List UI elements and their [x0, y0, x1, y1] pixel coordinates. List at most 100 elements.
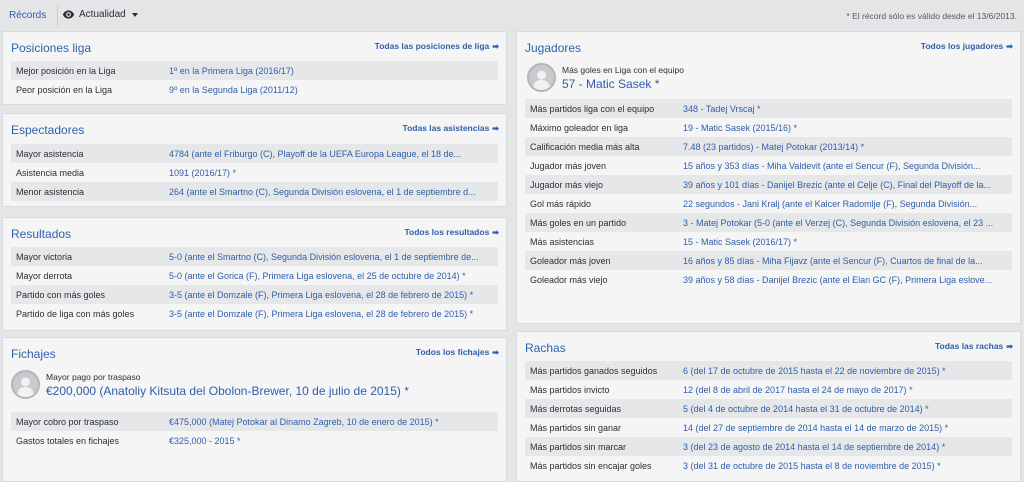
- record-value[interactable]: 348 - Tadej Vrscaj *: [683, 104, 1012, 114]
- record-value[interactable]: 3 (del 23 de agosto de 2014 hasta el 14 …: [683, 442, 1012, 452]
- record-value[interactable]: €475,000 (Matej Potokar al Dinamo Zagreb…: [169, 417, 498, 427]
- record-row: Más asistencias 15 - Matic Sasek (2016/17…: [525, 232, 1012, 251]
- record-row: Gol más rápido 22 segundos - Jani Kralj (…: [525, 194, 1012, 213]
- rows: Más partidos liga con el equipo 348 - Tad…: [525, 99, 1012, 289]
- record-value[interactable]: 4784 (ante el Friburgo (C), Playoff de l…: [169, 149, 498, 159]
- transfers-panel: Fichajes Todos los fichajes ➡ Mayor pago …: [2, 337, 507, 482]
- link-label: Todos los jugadores: [920, 41, 1004, 51]
- record-value[interactable]: 3-5 (ante el Domzale (F), Primera Liga e…: [169, 309, 498, 319]
- record-value[interactable]: 6 (del 17 de octubre de 2015 hasta el 22…: [683, 366, 1012, 376]
- arrow-right-icon: ➡: [1006, 41, 1013, 51]
- link-label: Todos los resultados: [404, 227, 490, 237]
- record-row: Peor posición en la Liga 9º en la Segunda…: [11, 80, 498, 99]
- record-value[interactable]: 39 años y 58 días - Danijel Brezic (ante…: [683, 275, 1012, 285]
- record-label: Partido de liga con más goles: [16, 308, 135, 319]
- record-label: Menor asistencia: [16, 186, 85, 197]
- arrow-right-icon: ➡: [492, 41, 499, 51]
- rows: Mejor posición en la Liga 1º en la Primer…: [11, 61, 498, 99]
- record-value[interactable]: 3 (del 31 de octubre de 2015 hasta el 8 …: [683, 461, 1012, 471]
- record-row: Más goles en un partido 3 - Matej Potokar…: [525, 213, 1012, 232]
- results-panel: Resultados Todos los resultados ➡ Mayor v…: [2, 217, 507, 331]
- record-value[interactable]: 12 (del 8 de abril de 2017 hasta el 24 d…: [683, 385, 1012, 395]
- avatar: [527, 63, 556, 92]
- record-value[interactable]: 5-0 (ante el Gorica (F), Primera Liga es…: [169, 271, 498, 281]
- all-streaks-link[interactable]: Todas las rachas ➡: [935, 341, 1013, 351]
- feature-caption: Más goles en Liga con el equipo: [562, 64, 684, 75]
- record-label: Jugador más joven: [530, 160, 607, 171]
- record-row: Asistencia media 1091 (2016/17) *: [11, 163, 498, 182]
- record-row: Mayor derrota 5-0 (ante el Gorica (F), Pr…: [11, 266, 498, 285]
- record-row: Mejor posición en la Liga 1º en la Primer…: [11, 61, 498, 80]
- record-label: Calificación media más alta: [530, 141, 640, 152]
- record-value[interactable]: 39 años y 101 días - Danijel Brezic (ant…: [683, 180, 1012, 190]
- record-row: Goleador más viejo 39 años y 58 días - Da…: [525, 270, 1012, 289]
- record-row: Jugador más viejo 39 años y 101 días - Da…: [525, 175, 1012, 194]
- record-row: Goleador más joven 16 años y 85 días - Mi…: [525, 251, 1012, 270]
- records-tab[interactable]: Récords: [9, 10, 46, 21]
- record-value[interactable]: 264 (ante el Smartno (C), Segunda Divisi…: [169, 187, 498, 197]
- record-value[interactable]: 5-0 (ante el Smartno (C), Segunda Divisi…: [169, 252, 498, 262]
- record-label: Peor posición en la Liga: [16, 84, 113, 95]
- all-players-link[interactable]: Todos los jugadores ➡: [921, 41, 1013, 51]
- record-value[interactable]: 9º en la Segunda Liga (2011/12): [169, 85, 498, 95]
- record-value[interactable]: 5 (del 4 de octubre de 2014 hasta el 31 …: [683, 404, 1012, 414]
- record-value[interactable]: 19 - Matic Sasek (2015/16) *: [683, 123, 1012, 133]
- record-label: Mejor posición en la Liga: [16, 65, 116, 76]
- link-label: Todas las posiciones de liga: [374, 41, 490, 51]
- record-value[interactable]: 22 segundos - Jani Kralj (ante el Kalcer…: [683, 199, 1012, 209]
- view-dropdown[interactable]: Actualidad: [62, 8, 138, 21]
- top-scorer-feature: Más goles en Liga con el equipo 57 - Mat…: [527, 63, 684, 92]
- all-league-positions-link[interactable]: Todas las posiciones de liga ➡: [375, 41, 499, 51]
- arrow-right-icon: ➡: [492, 227, 499, 237]
- record-row: Partido con más goles 3-5 (ante el Domzal…: [11, 285, 498, 304]
- rows: Más partidos ganados seguidos 6 (del 17 d…: [525, 361, 1012, 475]
- link-label: Todas las asistencias: [402, 123, 490, 133]
- link-label: Todos los fichajes: [415, 347, 490, 357]
- record-row: Más partidos sin ganar 14 (del 27 de sept…: [525, 418, 1012, 437]
- record-label: Más goles en un partido: [530, 217, 627, 228]
- record-value[interactable]: €325,000 - 2015 *: [169, 436, 498, 446]
- record-label: Más partidos sin ganar: [530, 422, 622, 433]
- record-row: Más partidos liga con el equipo 348 - Tad…: [525, 99, 1012, 118]
- record-value[interactable]: 3 - Matej Potokar (5-0 (ante el Verzej (…: [683, 218, 1012, 228]
- record-row: Más partidos sin marcar 3 (del 23 de agos…: [525, 437, 1012, 456]
- record-value[interactable]: 3-5 (ante el Domzale (F), Primera Liga e…: [169, 290, 498, 300]
- record-value[interactable]: 15 años y 353 días - Miha Valdevit (ante…: [683, 161, 1012, 171]
- record-row: Menor asistencia 264 (ante el Smartno (C)…: [11, 182, 498, 201]
- rows: Mayor asistencia 4784 (ante el Friburgo (…: [11, 144, 498, 201]
- panel-title: Posiciones liga: [11, 41, 92, 55]
- panel-title: Rachas: [525, 341, 566, 355]
- avatar: [11, 370, 40, 399]
- feature-value[interactable]: 57 - Matic Sasek *: [562, 77, 684, 91]
- all-attendance-link[interactable]: Todas las asistencias ➡: [403, 123, 499, 133]
- view-dropdown-label: Actualidad: [79, 9, 126, 20]
- record-value[interactable]: 15 - Matic Sasek (2016/17) *: [683, 237, 1012, 247]
- record-value[interactable]: 16 años y 85 días - Miha Fijavz (ante el…: [683, 256, 1012, 266]
- eye-icon: [62, 10, 75, 19]
- record-value[interactable]: 14 (del 27 de septiembre de 2014 hasta e…: [683, 423, 1012, 433]
- top-transfer-feature: Mayor pago por traspaso €200,000 (Anatol…: [11, 370, 409, 399]
- record-row: Máximo goleador en liga 19 - Matic Sasek …: [525, 118, 1012, 137]
- record-row: Mayor asistencia 4784 (ante el Friburgo (…: [11, 144, 498, 163]
- record-row: Jugador más joven 15 años y 353 días - Mi…: [525, 156, 1012, 175]
- record-value[interactable]: 1091 (2016/17) *: [169, 168, 498, 178]
- panel-title: Resultados: [11, 227, 72, 241]
- panel-title: Espectadores: [11, 123, 85, 137]
- record-label: Gol más rápido: [530, 198, 592, 209]
- record-label: Más partidos invicto: [530, 384, 610, 395]
- record-label: Gastos totales en fichajes: [16, 435, 120, 446]
- feature-value[interactable]: €200,000 (Anatoliy Kitsuta del Obolon-Br…: [46, 384, 409, 398]
- record-row: Partido de liga con más goles 3-5 (ante e…: [11, 304, 498, 323]
- feature-text: Mayor pago por traspaso €200,000 (Anatol…: [46, 372, 409, 398]
- all-results-link[interactable]: Todos los resultados ➡: [404, 227, 499, 237]
- record-label: Partido con más goles: [16, 289, 106, 300]
- all-transfers-link[interactable]: Todos los fichajes ➡: [416, 347, 499, 357]
- record-value[interactable]: 1º en la Primera Liga (2016/17): [169, 66, 498, 76]
- streaks-panel: Rachas Todas las rachas ➡ Más partidos ga…: [516, 331, 1021, 482]
- record-label: Jugador más viejo: [530, 179, 604, 190]
- record-label: Goleador más viejo: [530, 274, 608, 285]
- record-value[interactable]: 7.48 (23 partidos) - Matej Potokar (2013…: [683, 142, 1012, 152]
- panel-title: Fichajes: [11, 347, 56, 361]
- arrow-right-icon: ➡: [492, 347, 499, 357]
- record-row: Mayor cobro por traspaso €475,000 (Matej …: [11, 412, 498, 431]
